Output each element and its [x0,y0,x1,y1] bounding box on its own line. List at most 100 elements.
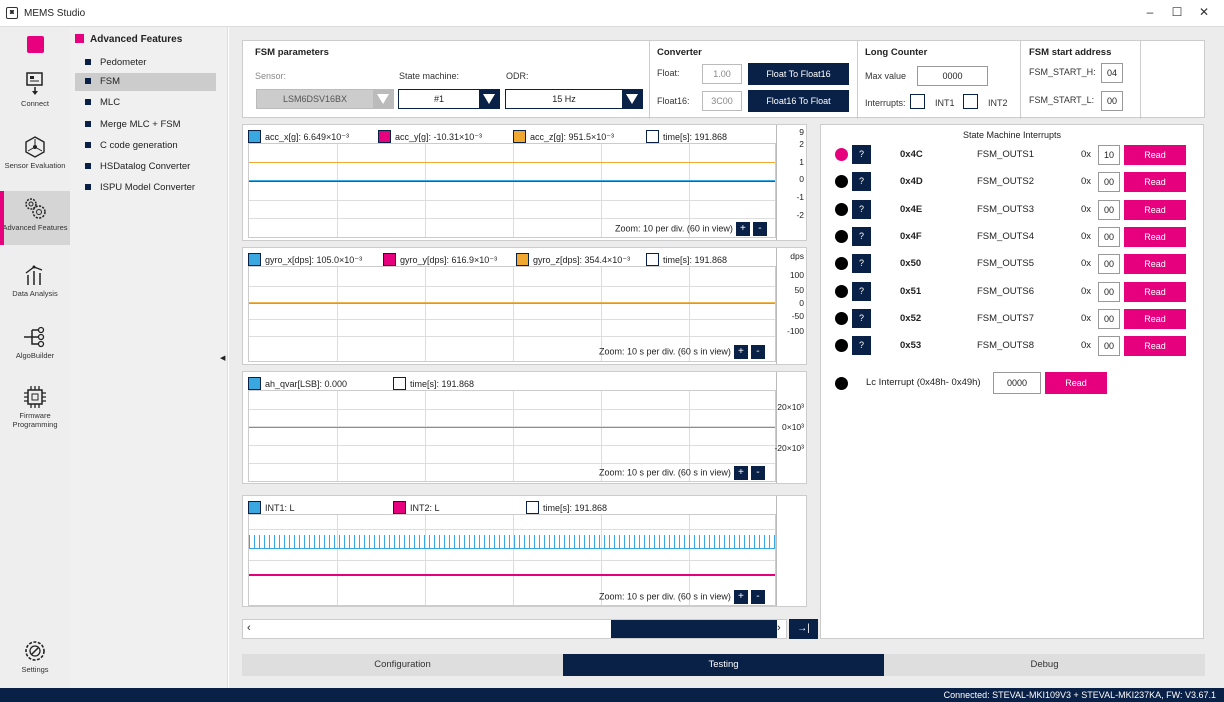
collapse-menu-icon[interactable]: ◀ [220,354,225,362]
qvar-zoom-out-button[interactable]: - [750,466,765,480]
int1-checkbox[interactable] [910,94,925,109]
int-time-legend[interactable]: time[s]: 191.868 [526,501,607,515]
acc-time-legend[interactable]: time[s]: 191.868 [646,130,727,144]
fsm-start-l-input[interactable]: 00 [1101,91,1123,111]
read-button[interactable]: Read [1124,199,1186,220]
help-button[interactable]: ? [852,336,871,356]
read-button[interactable]: Read [1124,308,1186,329]
read-button[interactable]: Read [1124,281,1186,302]
help-button[interactable]: ? [852,145,871,164]
minimize-icon[interactable]: – [1140,5,1160,21]
register-value[interactable]: 00 [1098,172,1120,193]
int2-legend[interactable]: INT2: L [393,501,440,515]
scrollbar-thumb[interactable] [611,620,777,638]
gyro-y-swatch[interactable] [383,253,396,266]
gyro-x-swatch[interactable] [248,253,261,266]
gyro-time-legend[interactable]: time[s]: 191.868 [646,253,727,267]
register-value[interactable]: 00 [1098,336,1120,357]
lc-interrupt-value[interactable]: 0000 [993,372,1041,394]
help-button[interactable]: ? [852,254,871,274]
submenu-item-ispu[interactable]: ISPU Model Converter [75,179,216,197]
acc-y-legend[interactable]: acc_y[g]: -10.31×10⁻³ [378,130,482,144]
int2-swatch[interactable] [393,501,406,514]
nav-connect[interactable]: Connect [0,71,70,119]
acc-zoom-in-button[interactable]: + [735,222,750,236]
scroll-to-end-icon[interactable]: →| [789,619,818,639]
max-value-input[interactable]: 0000 [917,66,988,86]
acc-z-swatch[interactable] [513,130,526,143]
submenu-item-mlc[interactable]: MLC [75,94,216,112]
gyro-z-swatch[interactable] [516,253,529,266]
read-button[interactable]: Read [1124,336,1186,357]
qvar-legend-item[interactable]: ah_qvar[LSB]: 0.000 [248,377,347,391]
submenu-item-hsdatalog[interactable]: HSDatalog Converter [75,158,216,176]
qvar-zoom-in-button[interactable]: + [733,466,748,480]
lc-interrupt-indicator [835,377,848,390]
help-button[interactable]: ? [852,199,871,219]
tab-testing[interactable]: Testing [563,654,884,676]
lc-read-button[interactable]: Read [1045,372,1107,394]
gyro-time-swatch[interactable] [646,253,659,266]
acc-z-legend[interactable]: acc_z[g]: 951.5×10⁻³ [513,130,614,144]
nav-sensor-evaluation[interactable]: Sensor Evaluation [0,135,70,187]
int-zoom-in-button[interactable]: + [733,590,748,604]
time-scrollbar[interactable]: ‹ › [242,619,787,639]
submenu-item-ccode[interactable]: C code generation [75,137,216,155]
read-button[interactable]: Read [1124,254,1186,275]
gyro-zoom-out-button[interactable]: - [750,345,765,359]
nav-algobuilder[interactable]: AlgoBuilder [0,325,70,367]
gyro-y-legend[interactable]: gyro_y[dps]: 616.9×10⁻³ [383,253,497,267]
qvar-swatch[interactable] [248,377,261,390]
gyro-zoom-in-button[interactable]: + [733,345,748,359]
acc-y-swatch[interactable] [378,130,391,143]
register-value[interactable]: 00 [1098,308,1120,329]
submenu-item-pedometer[interactable]: Pedometer [75,54,216,72]
register-value[interactable]: 00 [1098,281,1120,302]
fsm-start-h-input[interactable]: 04 [1101,63,1123,83]
acc-z-trace [249,162,775,163]
float16-input[interactable]: 3C00 [702,91,742,111]
acc-x-legend[interactable]: acc_x[g]: 6.649×10⁻³ [248,130,349,144]
float16-to-float-button[interactable]: Float16 To Float [748,90,849,112]
nav-data-analysis[interactable]: Data Analysis [0,263,70,309]
gyro-z-legend[interactable]: gyro_z[dps]: 354.4×10⁻³ [516,253,630,267]
nav-settings[interactable]: Settings [0,639,70,679]
register-value[interactable]: 10 [1098,145,1120,165]
help-button[interactable]: ? [852,308,871,328]
read-button[interactable]: Read [1124,145,1186,165]
read-button[interactable]: Read [1124,226,1186,247]
int-time-swatch[interactable] [526,501,539,514]
odr-select[interactable]: 15 Hz [505,89,643,109]
int-zoom-out-button[interactable]: - [750,590,765,604]
register-value[interactable]: 00 [1098,254,1120,275]
qvar-time-legend[interactable]: time[s]: 191.868 [393,377,474,391]
help-button[interactable]: ? [852,226,871,246]
scroll-right-icon[interactable]: › [777,622,781,634]
read-button[interactable]: Read [1124,172,1186,193]
qvar-time-swatch[interactable] [393,377,406,390]
submenu-item-fsm[interactable]: FSM [75,73,216,91]
help-button[interactable]: ? [852,281,871,301]
submenu-item-merge[interactable]: Merge MLC + FSM [75,116,216,134]
tab-debug[interactable]: Debug [884,654,1205,676]
gears-icon [25,198,46,219]
acc-time-swatch[interactable] [646,130,659,143]
acc-zoom-out-button[interactable]: - [752,222,767,236]
int1-swatch[interactable] [248,501,261,514]
gyro-x-legend[interactable]: gyro_x[dps]: 105.0×10⁻³ [248,253,362,267]
state-machine-select[interactable]: #1 [398,89,500,109]
register-value[interactable]: 00 [1098,226,1120,247]
int2-checkbox[interactable] [963,94,978,109]
help-button[interactable]: ? [852,172,871,192]
float-input[interactable]: 1.00 [702,64,742,84]
acc-x-swatch[interactable] [248,130,261,143]
maximize-icon[interactable]: ☐ [1167,5,1187,21]
int1-legend[interactable]: INT1: L [248,501,295,515]
register-value[interactable]: 00 [1098,199,1120,220]
tab-configuration[interactable]: Configuration [242,654,563,676]
nav-advanced-features[interactable]: Advanced Features [0,191,70,245]
nav-firmware-programming[interactable]: Firmware Programming [0,385,70,435]
close-icon[interactable]: ✕ [1194,5,1214,21]
scroll-left-icon[interactable]: ‹ [247,622,251,634]
float-to-float16-button[interactable]: Float To Float16 [748,63,849,85]
